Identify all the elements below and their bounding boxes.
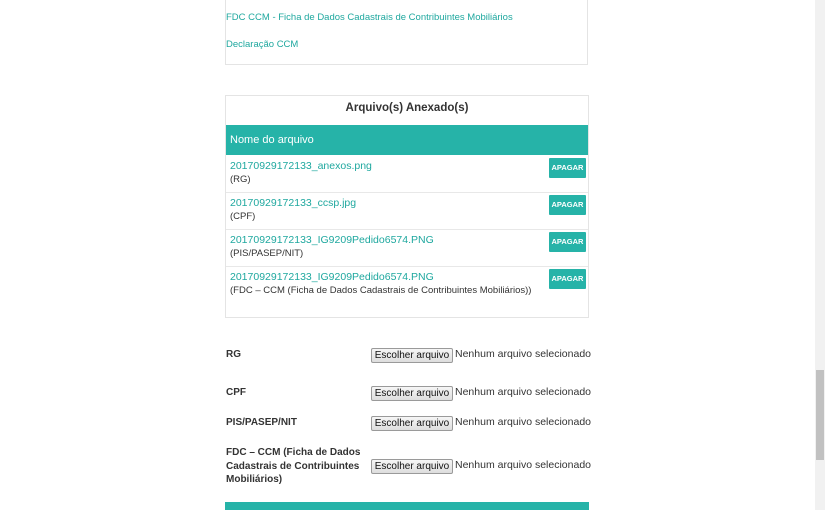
choose-file-button-cpf[interactable]: Escolher arquivo <box>371 386 453 401</box>
choose-file-button-pis[interactable]: Escolher arquivo <box>371 416 453 431</box>
attachment-file-type: (FDC – CCM (Ficha de Dados Cadastrais de… <box>230 285 532 296</box>
delete-button[interactable]: APAGAR <box>549 269 586 289</box>
attachment-file-type: (RG) <box>230 174 251 185</box>
upload-label-pis: PIS/PASEP/NIT <box>226 417 297 428</box>
file-status-fdc-ccm: Nenhum arquivo selecionado <box>455 459 592 471</box>
attachment-file-link[interactable]: 20170929172133_IG9209Pedido6574.PNG <box>230 234 434 246</box>
choose-file-button-fdc-ccm[interactable]: Escolher arquivo <box>371 459 453 474</box>
attachment-row: 20170929172133_IG9209Pedido6574.PNG (PIS… <box>226 230 588 267</box>
attachment-file-type: (CPF) <box>230 211 256 222</box>
delete-button[interactable]: APAGAR <box>549 232 586 252</box>
declaracao-ccm-link[interactable]: Declaração CCM <box>226 39 298 50</box>
upload-label-cpf: CPF <box>226 387 246 398</box>
delete-button[interactable]: APAGAR <box>549 195 586 215</box>
file-status-rg: Nenhum arquivo selecionado <box>455 348 592 360</box>
attachment-file-type: (PIS/PASEP/NIT) <box>230 248 304 259</box>
upload-label-fdc-ccm: FDC – CCM (Ficha de Dados Cadastrais de … <box>226 447 361 485</box>
choose-file-button-rg[interactable]: Escolher arquivo <box>371 348 453 363</box>
attachments-panel: Arquivo(s) Anexado(s) Nome do arquivo 20… <box>225 95 589 318</box>
delete-button[interactable]: APAGAR <box>549 158 586 178</box>
file-status-cpf: Nenhum arquivo selecionado <box>455 386 592 398</box>
submit-button[interactable] <box>225 502 589 510</box>
attachments-column-header: Nome do arquivo <box>226 125 588 155</box>
upload-label-rg: RG <box>226 349 241 360</box>
attachment-row: 20170929172133_ccsp.jpg (CPF) APAGAR <box>226 193 588 230</box>
file-status-pis: Nenhum arquivo selecionado <box>455 416 592 428</box>
attachment-row: 20170929172133_anexos.png (RG) APAGAR <box>226 156 588 193</box>
attachment-row: 20170929172133_IG9209Pedido6574.PNG (FDC… <box>226 267 588 304</box>
scrollbar-thumb[interactable] <box>816 370 824 460</box>
attachment-file-link[interactable]: 20170929172133_anexos.png <box>230 160 372 172</box>
attachment-file-link[interactable]: 20170929172133_ccsp.jpg <box>230 197 356 209</box>
documents-panel <box>225 0 588 65</box>
attachment-file-link[interactable]: 20170929172133_IG9209Pedido6574.PNG <box>230 271 434 283</box>
attachments-title: Arquivo(s) Anexado(s) <box>345 102 469 114</box>
fdc-ccm-link[interactable]: FDC CCM - Ficha de Dados Cadastrais de C… <box>226 12 513 23</box>
